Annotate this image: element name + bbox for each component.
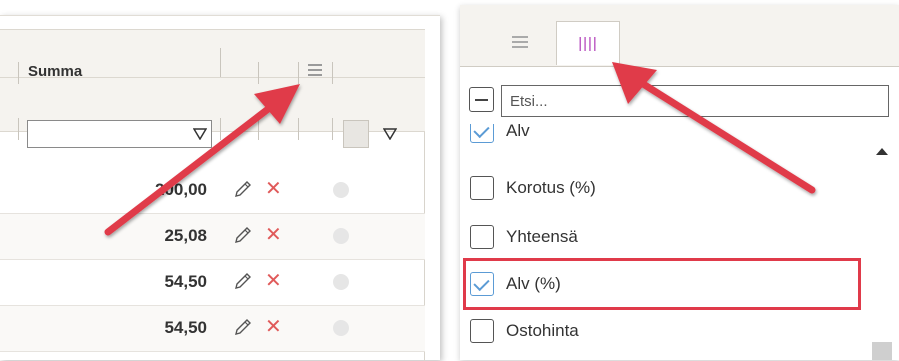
tab-columns[interactable]: |||| <box>556 21 620 65</box>
scroll-up-icon[interactable] <box>876 148 888 155</box>
summa-cell: 25,08 <box>164 226 207 245</box>
summa-cell: 54,50 <box>164 272 207 291</box>
column-separator <box>18 118 19 140</box>
column-search-input[interactable] <box>501 85 889 117</box>
close-x-icon[interactable]: ✕ <box>265 222 282 247</box>
filter-funnel-icon[interactable] <box>383 128 397 140</box>
close-x-icon[interactable]: ✕ <box>265 176 282 201</box>
column-separator[interactable] <box>298 62 299 84</box>
column-separator <box>258 118 259 140</box>
close-x-icon[interactable]: ✕ <box>265 268 282 293</box>
column-separator <box>220 118 221 140</box>
status-dot-icon <box>333 228 349 244</box>
select-all-checkbox[interactable] <box>469 87 494 112</box>
column-separator[interactable] <box>220 48 221 77</box>
tab-menu[interactable] <box>500 21 540 65</box>
pencil-icon[interactable] <box>232 224 254 246</box>
pencil-icon[interactable] <box>232 178 254 200</box>
column-label: Ostohinta <box>506 321 579 340</box>
column-separator <box>298 118 299 140</box>
column-separator[interactable] <box>18 62 19 84</box>
column-header-summa[interactable]: Summa <box>28 63 82 80</box>
column-separator <box>332 118 333 140</box>
hamburger-icon <box>512 35 528 51</box>
table-row: 54,50 ✕ <box>0 306 425 352</box>
filter-funnel-icon[interactable] <box>193 128 207 140</box>
columns-icon: |||| <box>578 35 598 52</box>
scroll-thumb[interactable] <box>872 342 892 360</box>
pencil-icon[interactable] <box>232 270 254 292</box>
summa-cell: 200,00 <box>155 180 207 199</box>
table-row: 54,50 ✕ <box>0 260 425 306</box>
table-row: 200,00 ✕ <box>0 168 425 214</box>
highlight-annotation <box>463 258 861 310</box>
summa-cell: 54,50 <box>164 318 207 337</box>
status-dot-icon <box>333 182 349 198</box>
list-item[interactable]: Alv <box>470 124 850 146</box>
pencil-icon[interactable] <box>232 316 254 338</box>
list-item[interactable]: Yhteensä <box>470 222 850 252</box>
table-row: 25,08 ✕ <box>0 214 425 260</box>
column-label: Yhteensä <box>506 227 578 246</box>
status-dot-icon <box>333 274 349 290</box>
hamburger-icon[interactable] <box>308 64 322 79</box>
close-x-icon[interactable]: ✕ <box>265 314 282 339</box>
list-scrollbar[interactable] <box>867 135 899 360</box>
column-checkbox[interactable] <box>470 124 494 143</box>
status-dot-icon <box>333 320 349 336</box>
column-separator[interactable] <box>332 62 333 84</box>
summa-filter-input[interactable] <box>27 120 212 148</box>
column-separator[interactable] <box>258 62 259 84</box>
list-item[interactable]: Korotus (%) <box>470 173 850 203</box>
column-label: Korotus (%) <box>506 178 596 197</box>
column-checkbox[interactable] <box>470 176 494 200</box>
column-label: Alv <box>506 124 530 140</box>
column-checkbox[interactable] <box>470 319 494 343</box>
status-filter-box[interactable] <box>343 120 369 148</box>
column-checkbox[interactable] <box>470 225 494 249</box>
list-item[interactable]: Ostohinta <box>470 316 850 346</box>
